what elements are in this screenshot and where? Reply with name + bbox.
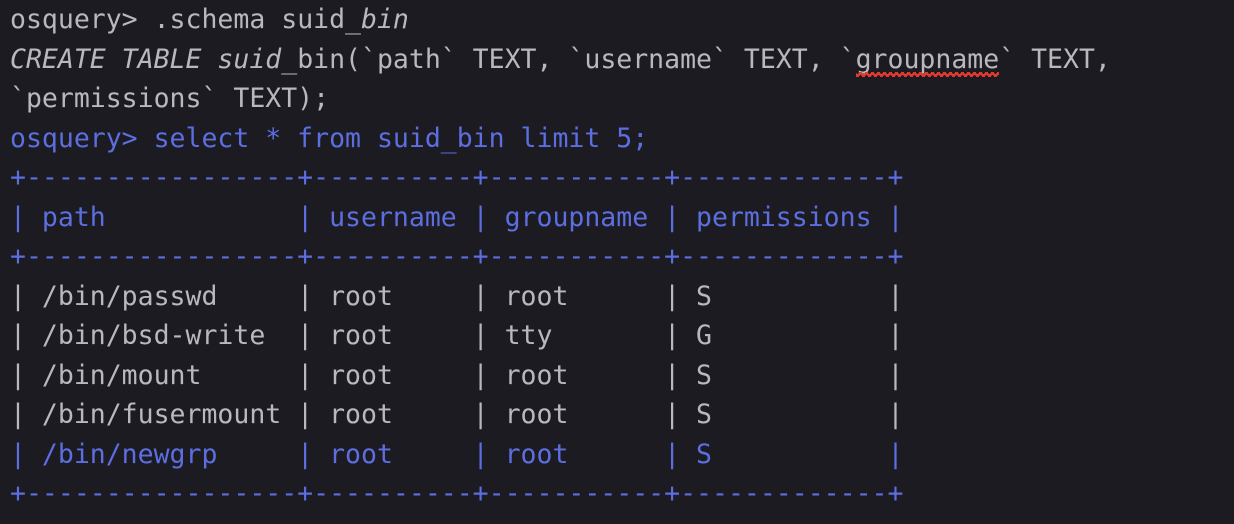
- table-row[interactable]: | /bin/mount | root | root | S |: [10, 356, 903, 396]
- select-query-text: select * from suid_bin limit 5;: [153, 122, 649, 154]
- table-separator-middle: +-----------------+----------+----------…: [10, 241, 904, 272]
- terminal-line-select-command: osquery> select * from suid_bin limit 5;: [10, 119, 648, 159]
- table-row[interactable]: | /bin/passwd | root | root | S |: [10, 277, 903, 317]
- dot-command-text: .schema: [153, 4, 282, 35]
- schema-table-prefix: suid_: [281, 4, 362, 35]
- prompt-label: osquery>: [10, 122, 154, 154]
- terminal-line-schema-command: osquery> .schema suid_bin: [10, 0, 409, 40]
- table-row[interactable]: | /bin/bsd-write | root | tty | G |: [10, 316, 903, 356]
- table-header-row: | path | username | groupname | permissi…: [10, 201, 904, 233]
- schema-table-suffix: bin: [361, 4, 409, 35]
- terminal-window[interactable]: osquery> .schema suid_bin CREATE TABLE s…: [0, 0, 1234, 524]
- misspelled-groupname-word: groupname: [855, 40, 999, 80]
- table-separator-top: +-----------------+----------+----------…: [10, 162, 904, 193]
- create-table-keyword: CREATE TABLE suid_: [10, 43, 298, 75]
- table-row[interactable]: | /bin/fusermount | root | root | S |: [10, 395, 903, 435]
- terminal-line-create-table: CREATE TABLE suid_bin(`path` TEXT, `user…: [10, 40, 1111, 80]
- terminal-line-create-table-continued: `permissions` TEXT);: [10, 83, 330, 114]
- create-table-tail: ` TEXT,: [999, 43, 1111, 75]
- prompt-label: osquery>: [10, 4, 154, 35]
- table-row[interactable]: | /bin/newgrp | root | root | S |: [10, 435, 903, 475]
- table-separator-bottom: +-----------------+----------+----------…: [10, 478, 904, 509]
- create-table-columns: bin(`path` TEXT, `username` TEXT, `: [297, 43, 856, 75]
